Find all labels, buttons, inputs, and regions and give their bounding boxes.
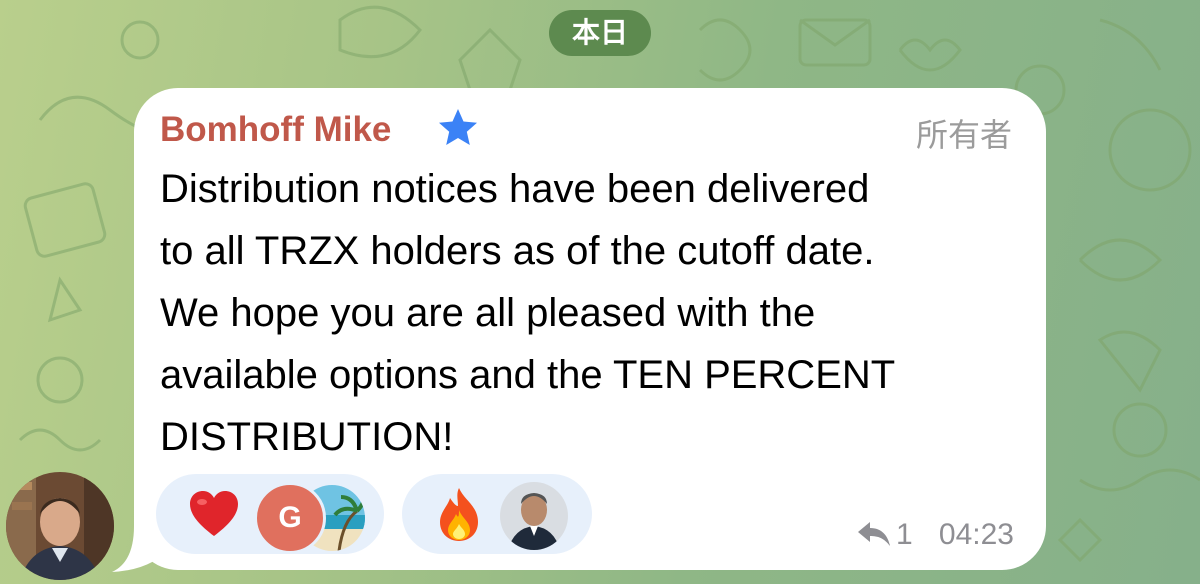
heart-emoji-icon (190, 491, 238, 536)
date-divider: 本日 (549, 10, 651, 56)
reply-count[interactable]: 1 (896, 518, 913, 552)
sender-name[interactable]: Bomhoff Mike (160, 110, 391, 150)
reactor-avatar-man (498, 480, 570, 552)
message-line: We hope you are all pleased with the (160, 291, 816, 335)
message-line: available options and the TEN PERCENT (160, 353, 896, 397)
fire-emoji-icon (440, 488, 478, 541)
star-icon (439, 109, 477, 145)
reactor-avatar-g: G (254, 482, 326, 554)
reply-arrow-icon[interactable] (856, 520, 892, 548)
message-line: Distribution notices have been delivered (160, 167, 870, 211)
member-role-label: 所有者 (915, 117, 1012, 153)
message-text: Distribution notices have been delivered… (160, 158, 1030, 468)
message-time: 04:23 (938, 518, 1014, 551)
message-line: to all TRZX holders as of the cutoff dat… (160, 229, 875, 273)
sender-avatar[interactable] (6, 472, 114, 580)
message-line: DISTRIBUTION! (160, 415, 454, 459)
